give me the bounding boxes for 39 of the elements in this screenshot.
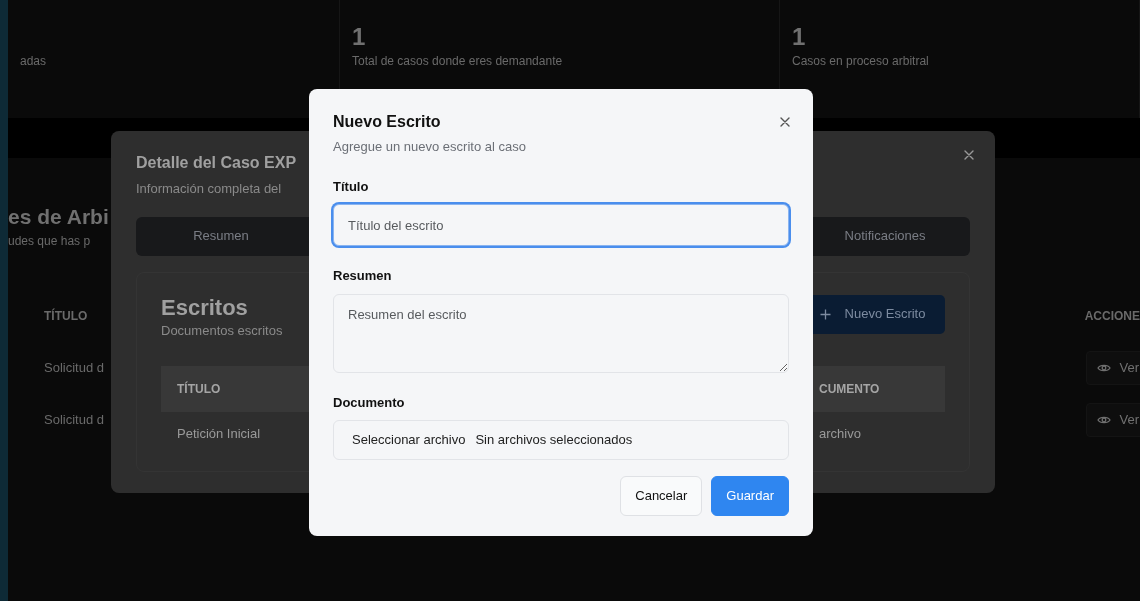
dialog-subtitle: Información completa del [136, 180, 282, 198]
table-cell-text: Petición Inicial [177, 425, 261, 443]
eye-icon [1097, 415, 1112, 425]
choose-file-button[interactable]: Seleccionar archivo [352, 430, 466, 450]
card-title: Escritos [161, 294, 248, 321]
field-label: Documento [333, 393, 406, 412]
dialog-title: Detalle del Caso EXP [136, 153, 297, 173]
column-header: ACCIONE [1084, 308, 1140, 325]
column-header: TÍTULO [177, 380, 221, 398]
field-label: Resumen [333, 267, 393, 285]
cancel-button[interactable]: Cancelar [620, 476, 703, 516]
column-header: CUMENTO [819, 381, 881, 398]
dialog-title: Nuevo Escrito [333, 112, 441, 132]
table-cell-text: archivo [819, 425, 862, 443]
tab[interactable]: Resumen [136, 216, 306, 256]
file-status: Sin archivos seleccionados [475, 431, 633, 450]
column-header: TÍTULO [44, 307, 88, 325]
eye-icon [1097, 363, 1112, 373]
tab[interactable]: Notificaciones [800, 216, 970, 256]
stat-value: 1 [792, 22, 806, 52]
table-cell-text: Solicitud d [44, 359, 104, 378]
close-icon [779, 115, 791, 128]
stat-caption: Total de casos donde eres demandante [352, 53, 563, 70]
stat-value: 1 [352, 22, 366, 52]
summary-textarea[interactable]: Resumen del escrito [333, 293, 789, 373]
view-button[interactable]: Ver [1086, 403, 1140, 437]
stat-caption: Casos en proceso arbitral [792, 53, 929, 70]
title-input[interactable]: Título del escrito [333, 204, 789, 246]
table-cell-text: Solicitud d [44, 411, 104, 430]
save-button[interactable]: Guardar [711, 476, 789, 516]
card-subtitle: Documentos escritos [161, 321, 283, 340]
page-heading: es de Arbi [8, 204, 109, 230]
field-label: Título [333, 177, 370, 196]
page-subheading: udes que has p [8, 233, 91, 250]
dialog-subtitle: Agregue un nuevo escrito al caso [333, 138, 527, 156]
close-icon[interactable] [963, 149, 975, 161]
plus-icon [819, 308, 831, 320]
view-button[interactable]: Ver [1086, 351, 1140, 385]
stat-caption: adas [20, 53, 47, 70]
